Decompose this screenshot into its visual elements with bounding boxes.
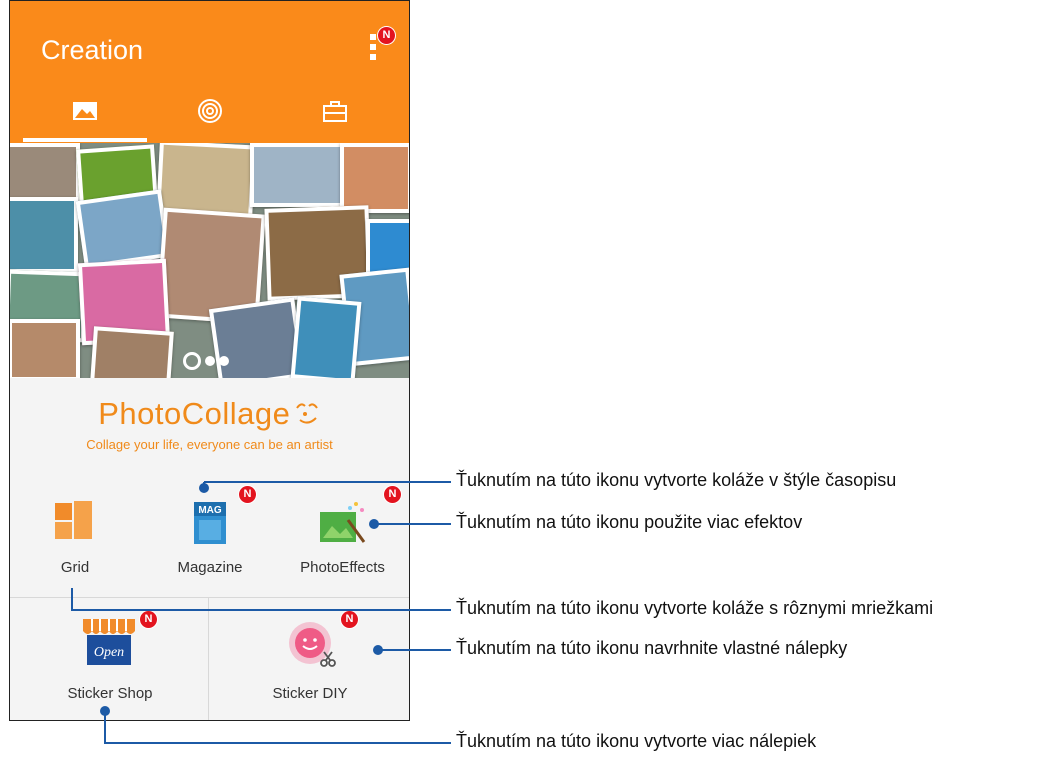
callout-effects: Ťuknutím na túto ikonu použite viac efek… [456,512,803,532]
app-title: Creation [41,35,144,65]
callout-line [104,742,451,744]
photoeffects-button[interactable]: N PhotoEffects [290,486,401,581]
promo-banner[interactable] [10,143,409,378]
smile-face-icon [295,403,318,424]
magazine-label: Magazine [177,559,243,576]
phone-screen: Creation N PhotoCollage Collage your lif… [9,0,410,721]
callout-line [71,609,451,611]
banner-photo [10,143,80,203]
sticker-diy-button[interactable]: N Sticker DIY [250,611,370,706]
callout-line [374,523,451,525]
shop-icon-text: Open [94,645,124,660]
new-badge: N [140,611,157,628]
photo-effects-icon [320,502,366,543]
banner-photo [340,143,409,213]
callout-magazine: Ťuknutím na túto ikonu vytvorte koláže v… [456,470,897,490]
banner-photo [290,296,362,378]
tab-images[interactable] [20,91,150,143]
tab-indicator [23,138,147,142]
tagline: Collage your life, everyone can be an ar… [86,437,333,452]
new-badge: N [378,27,395,44]
callout-shop: Ťuknutím na túto ikonu vytvorte viac nál… [456,731,817,751]
pager-dot-active [183,352,201,370]
banner-photo [10,319,80,378]
menu-dot-icon [370,34,376,40]
pager-dot [219,356,229,366]
callout-line [104,710,106,743]
callout-diy: Ťuknutím na túto ikonu navrhnite vlastné… [456,638,848,658]
divider [10,597,409,598]
app-bar: Creation N [10,1,409,143]
image-icon [73,102,97,120]
divider [208,597,209,720]
callout-line [204,481,451,483]
tab-tools[interactable] [270,91,400,143]
shop-icon: Open [83,619,135,665]
grid-button[interactable]: Grid [35,491,115,581]
banner-photo [75,189,171,269]
menu-dot-icon [370,54,376,60]
logo-text: PhotoCollage [98,396,291,431]
banner-photo [90,326,174,378]
magazine-icon-text: MAG [198,505,222,516]
briefcase-icon [323,101,347,122]
magazine-button[interactable]: MAG N Magazine [165,486,256,581]
sticker-diy-icon [289,622,336,667]
magazine-icon: MAG [194,502,226,544]
photocollage-logo: PhotoCollage [10,396,409,432]
menu-dot-icon [370,44,376,50]
new-badge: N [341,611,358,628]
grid-label: Grid [60,559,90,576]
target-icon [198,99,222,123]
new-badge: N [239,486,256,503]
callout-grid: Ťuknutím na túto ikonu vytvorte koláže s… [456,598,934,618]
sticker-shop-button[interactable]: Open N Sticker Shop [50,611,170,706]
pager-dot [205,356,215,366]
banner-photo [10,197,78,273]
callout-line [71,588,73,610]
callout-line [378,649,451,651]
tab-effects[interactable] [145,91,275,143]
grid-icon [55,501,92,539]
banner-photo [250,143,344,207]
new-badge: N [384,486,401,503]
photoeffects-label: PhotoEffects [300,559,385,576]
sticker-shop-label: Sticker Shop [67,685,153,702]
sticker-diy-label: Sticker DIY [272,685,348,702]
